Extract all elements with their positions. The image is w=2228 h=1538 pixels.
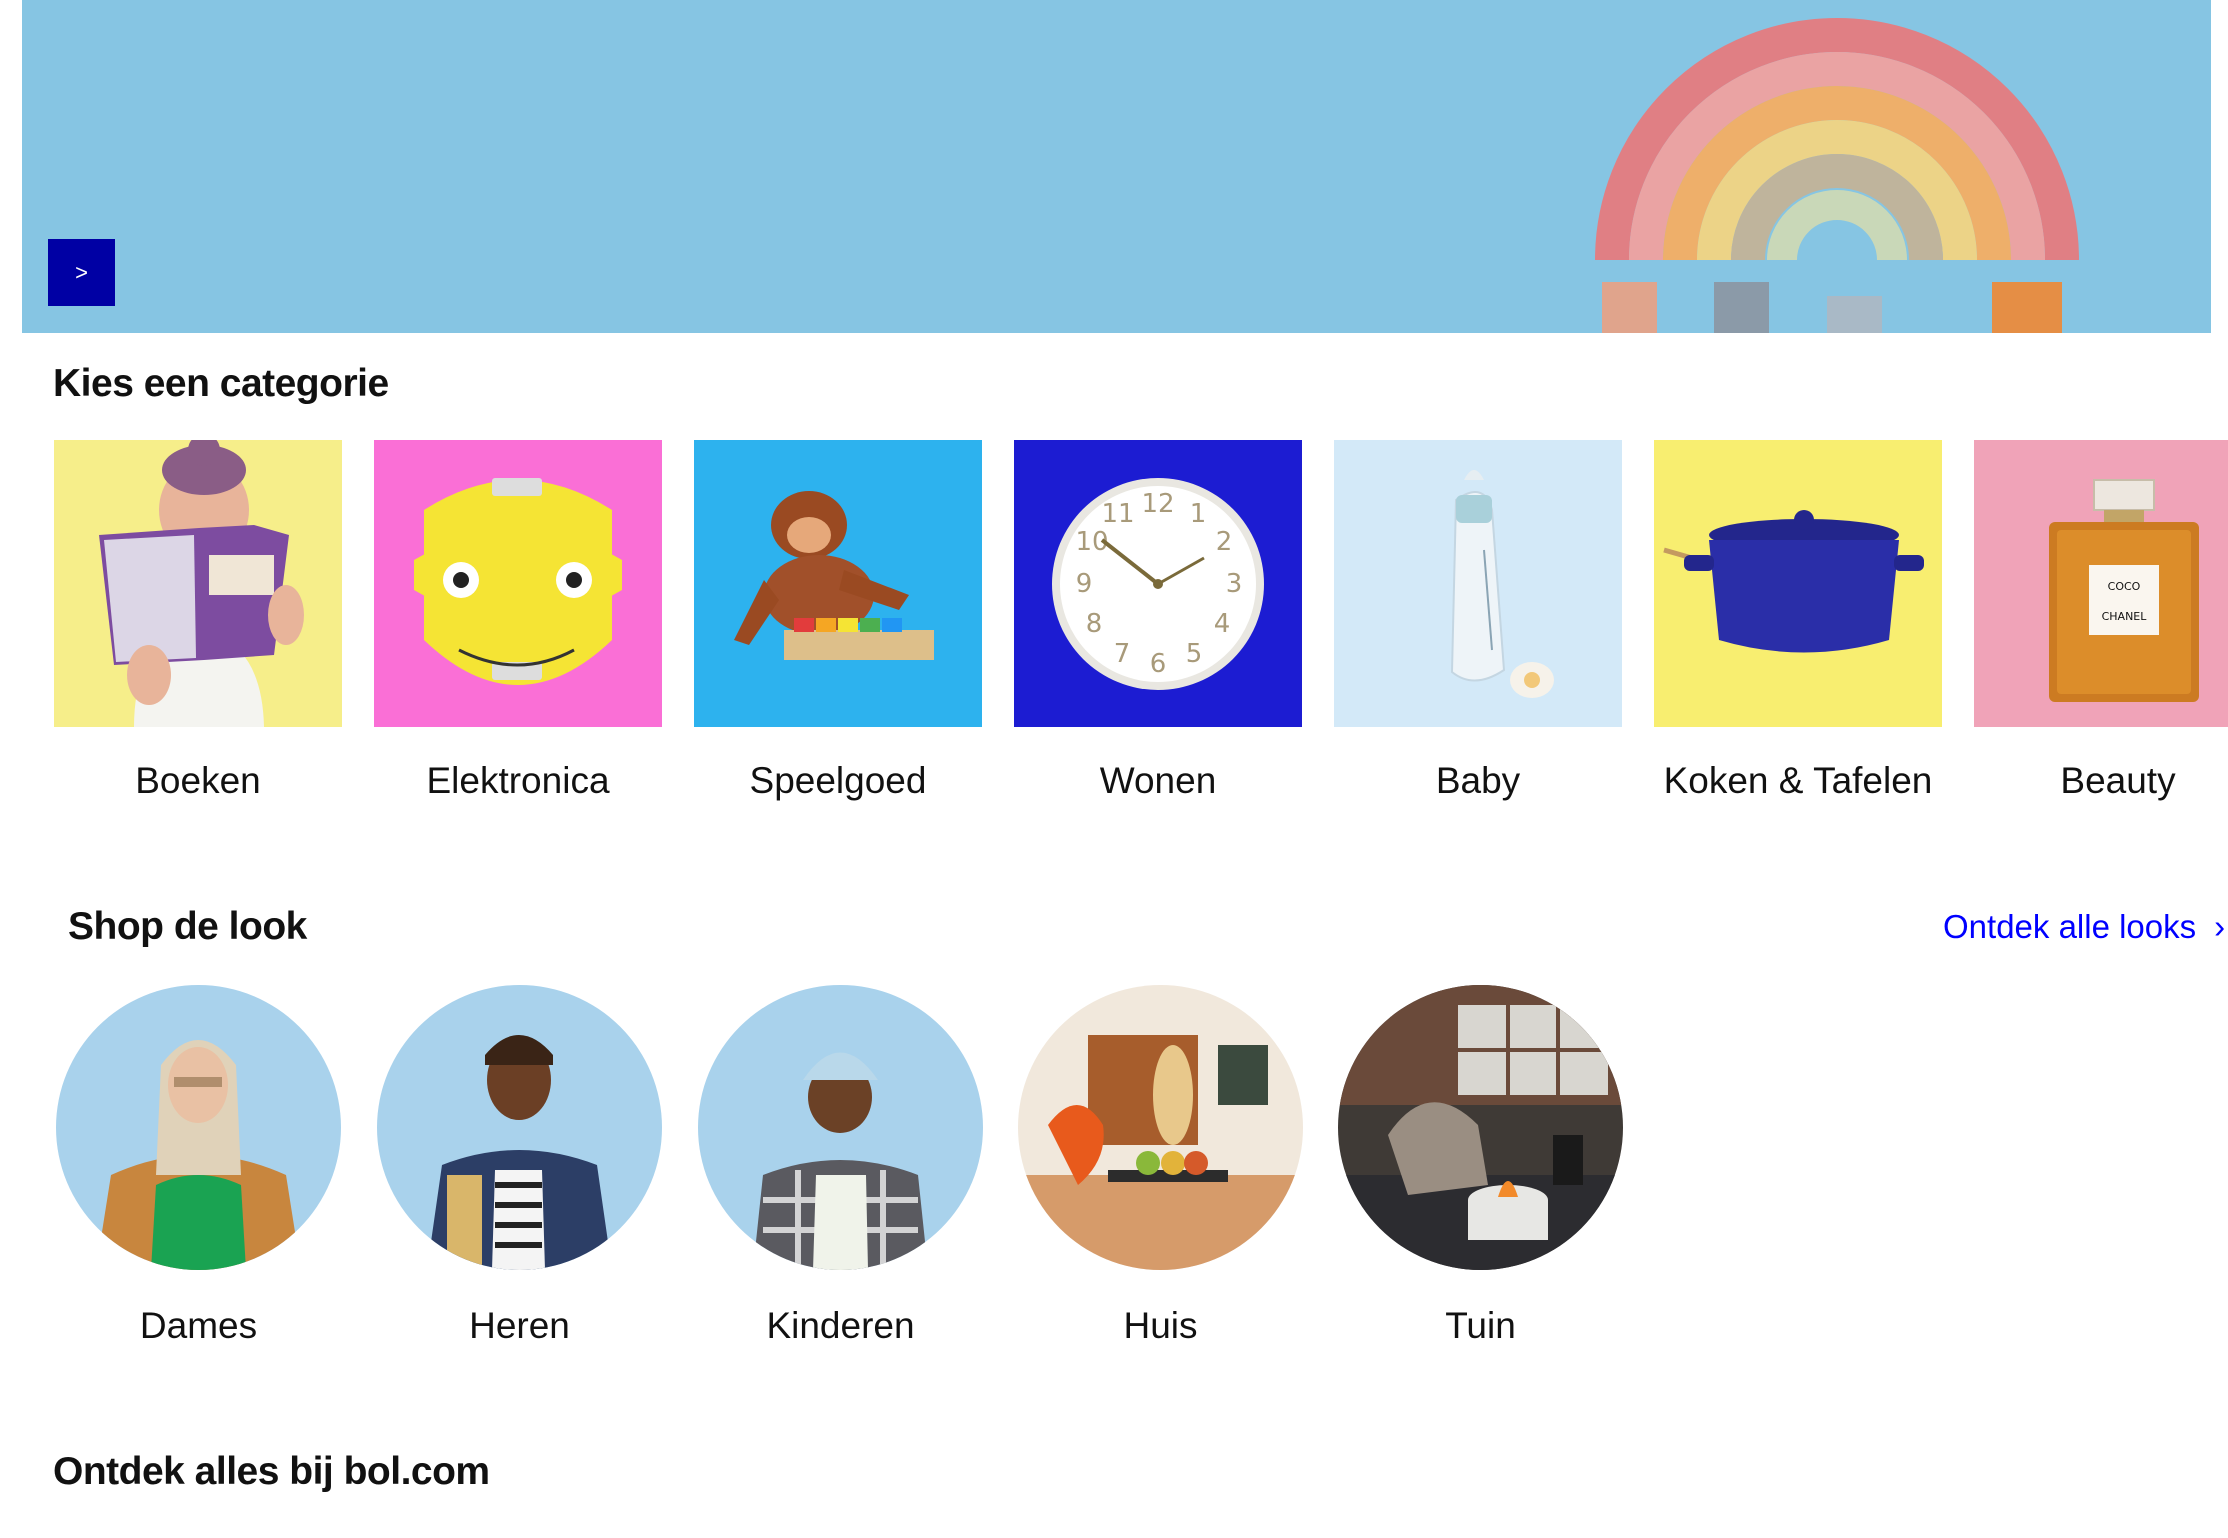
category-label: Elektronica (426, 760, 610, 801)
look-heren[interactable]: Heren (377, 985, 662, 1346)
svg-text:6: 6 (1150, 649, 1167, 679)
discover-all-looks-link[interactable]: Ontdek alle looks › (1943, 908, 2225, 946)
category-koken-tafelen-image (1654, 440, 1942, 727)
hero-next-button[interactable]: > (48, 239, 115, 306)
look-label: Kinderen (766, 1305, 915, 1346)
categories-heading: Kies een categorie (53, 362, 389, 405)
svg-text:COCO: COCO (2108, 580, 2141, 593)
shop-the-look-heading: Shop de look (68, 905, 307, 948)
category-beauty[interactable]: COCO CHANEL Beauty (1974, 440, 2228, 801)
look-tuin[interactable]: Tuin (1338, 985, 1623, 1346)
look-dames-image (56, 985, 341, 1270)
category-label: Wonen (1099, 760, 1217, 801)
look-kinderen[interactable]: Kinderen (698, 985, 983, 1346)
category-baby[interactable]: Baby (1334, 440, 1622, 801)
category-wonen[interactable]: 12 1 2 3 4 5 6 7 8 9 10 11 Wonen (1014, 440, 1302, 801)
category-speelgoed[interactable]: Speelgoed (694, 440, 982, 801)
category-boeken-image (54, 440, 342, 727)
svg-text:7: 7 (1114, 639, 1131, 669)
look-kinderen-image (698, 985, 983, 1270)
look-dames[interactable]: Dames (56, 985, 341, 1346)
svg-text:12: 12 (1141, 489, 1174, 519)
look-tuin-image (1338, 985, 1623, 1270)
look-list: Dames Heren Kinderen Huis Tuin (0, 985, 2228, 1365)
chevron-right-icon: › (2214, 908, 2226, 945)
discover-all-looks-label: Ontdek alle looks (1943, 908, 2197, 945)
hero-banner[interactable]: > (22, 0, 2211, 333)
category-wonen-image: 12 1 2 3 4 5 6 7 8 9 10 11 (1014, 440, 1302, 727)
svg-text:2: 2 (1216, 527, 1233, 557)
category-beauty-image: COCO CHANEL (1974, 440, 2228, 727)
category-boeken[interactable]: Boeken (54, 440, 342, 801)
category-elektronica-image (374, 440, 662, 727)
category-speelgoed-image (694, 440, 982, 727)
discover-heading: Ontdek alles bij bol.com (53, 1450, 490, 1493)
category-koken-tafelen[interactable]: Koken & Tafelen (1654, 440, 1942, 801)
look-label: Dames (139, 1305, 258, 1346)
svg-text:11: 11 (1101, 499, 1134, 529)
look-huis-image (1018, 985, 1303, 1270)
svg-text:CHANEL: CHANEL (2102, 610, 2148, 623)
svg-text:3: 3 (1226, 569, 1243, 599)
category-elektronica[interactable]: Elektronica (374, 440, 662, 801)
category-list: Boeken Elektronica Speelgoed 12 1 2 3 4 … (0, 440, 2228, 820)
category-label: Boeken (135, 760, 261, 801)
category-label: Speelgoed (749, 760, 927, 801)
svg-text:5: 5 (1186, 639, 1203, 669)
svg-text:1: 1 (1190, 499, 1207, 529)
look-label: Heren (469, 1305, 570, 1346)
category-baby-image (1334, 440, 1622, 727)
rainbow-toy-image (1595, 18, 2079, 333)
svg-text:4: 4 (1214, 609, 1231, 639)
svg-text:9: 9 (1076, 569, 1093, 599)
category-label: Beauty (2060, 760, 2176, 801)
look-label: Huis (1123, 1305, 1198, 1346)
look-label: Tuin (1445, 1305, 1516, 1346)
page: > Kies een categorie Boeken Elektronica … (0, 0, 2228, 1538)
category-label: Baby (1435, 760, 1521, 801)
look-heren-image (377, 985, 662, 1270)
look-huis[interactable]: Huis (1018, 985, 1303, 1346)
svg-text:8: 8 (1086, 609, 1103, 639)
category-label: Koken & Tafelen (1663, 760, 1933, 801)
